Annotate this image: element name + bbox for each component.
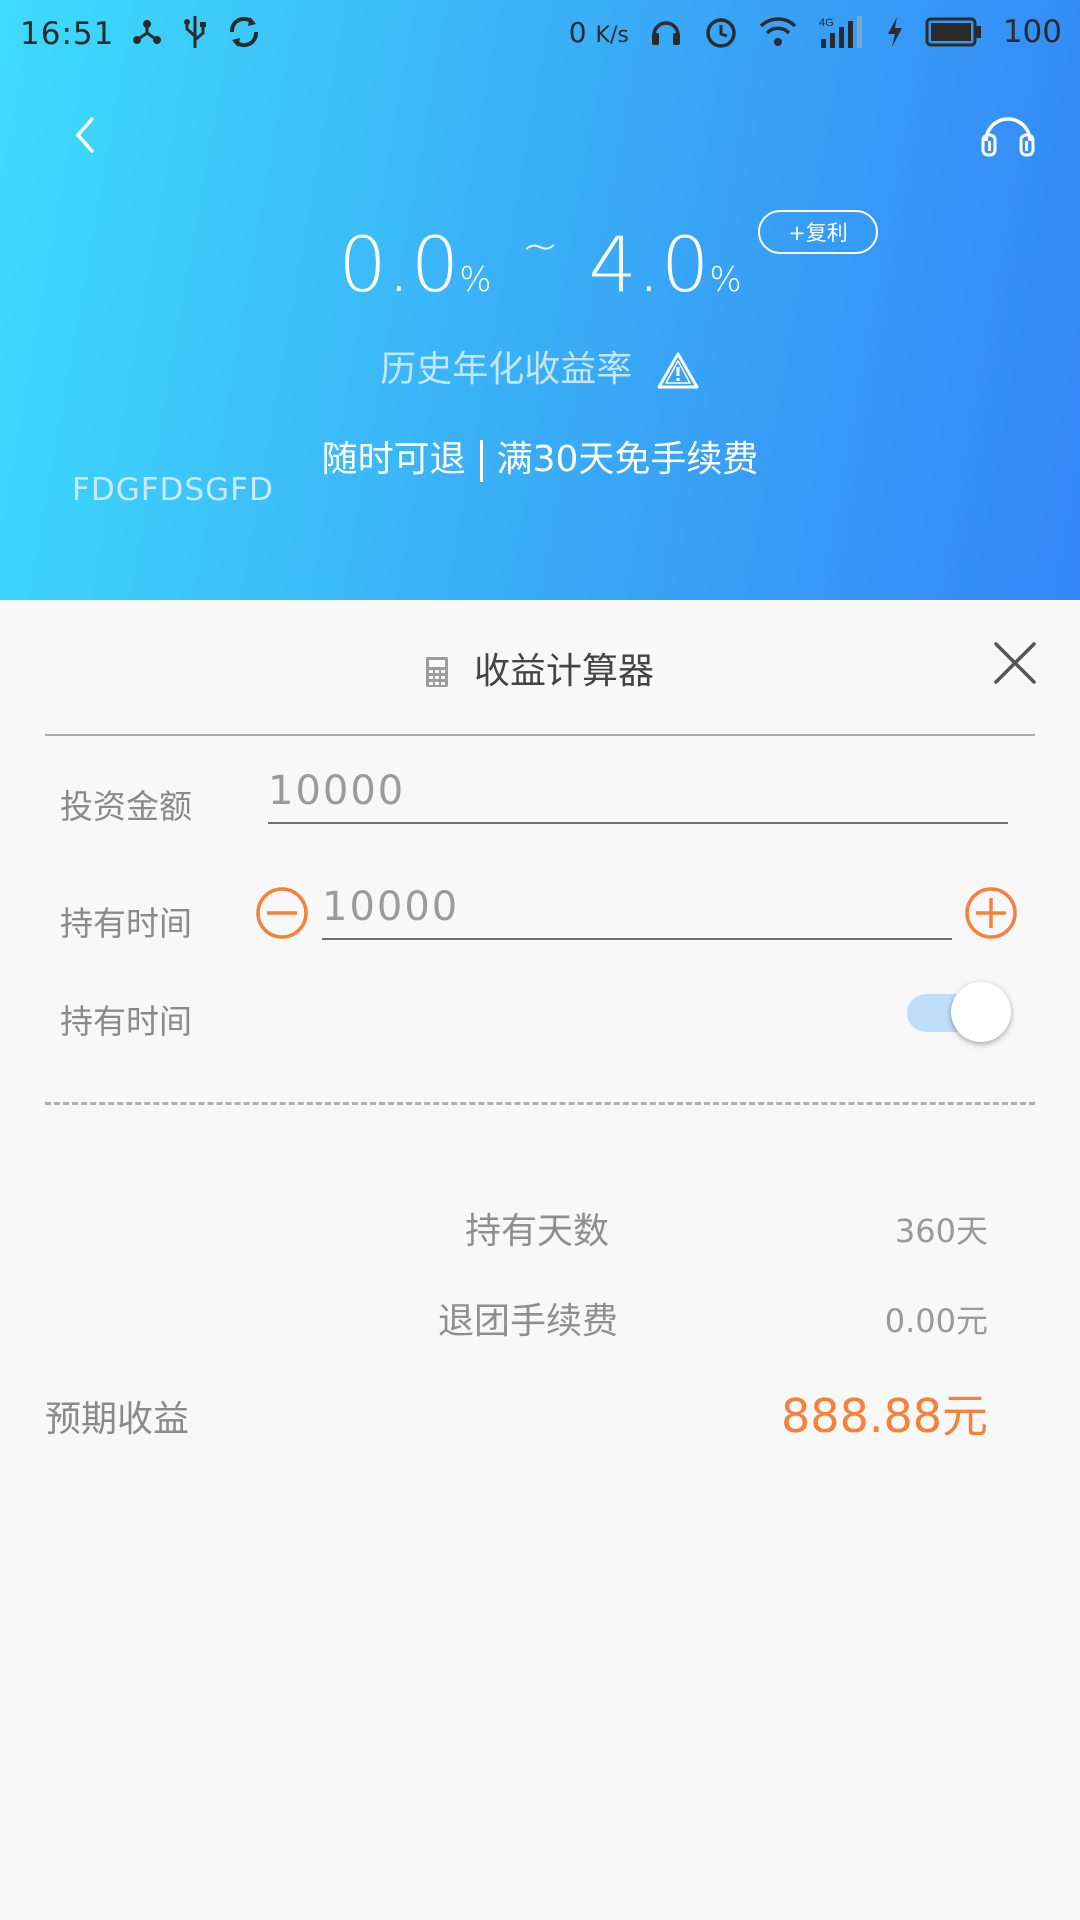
redeem-fee-label: 退团手续费	[438, 1301, 619, 1342]
rate-caption-text: 历史年化收益率	[380, 349, 633, 390]
status-right: 0 K/s 4G 100	[569, 14, 1062, 50]
close-button[interactable]	[992, 640, 1038, 686]
net-speed: 0 K/s	[568, 15, 629, 49]
increase-button[interactable]	[964, 886, 1018, 940]
minus-circle-icon	[256, 887, 308, 939]
calculator-title: 收益计算器	[0, 642, 1080, 694]
calculator-panel: 收益计算器 投资金额 10000 持有时间 10000 持有时间 持有天数 36…	[0, 600, 1080, 1920]
rate-tilde: ~	[521, 221, 559, 272]
expected-return-label: 预期收益	[45, 1399, 190, 1440]
feature-withdraw: 随时可退	[321, 439, 466, 480]
headphones-icon	[981, 117, 1035, 157]
sync-icon	[229, 16, 259, 48]
calculator-icon	[425, 657, 448, 687]
back-button[interactable]	[62, 105, 110, 165]
dashed-divider	[45, 1102, 1035, 1105]
warning-icon[interactable]	[656, 351, 700, 391]
expected-return-value: 888.88元	[781, 1389, 988, 1443]
wifi-icon	[759, 17, 797, 46]
calculator-title-text: 收益计算器	[473, 651, 654, 692]
hold-time-label: 持有时间	[60, 904, 192, 943]
compound-interest-badge[interactable]: +复利	[758, 210, 878, 254]
rate-range: 0.0% ~ 4.0%	[0, 220, 1080, 309]
rate-min: 0.0	[338, 220, 460, 309]
usb-icon	[184, 16, 206, 48]
toggle-knob	[951, 982, 1011, 1042]
close-icon	[994, 642, 1036, 684]
alarm-icon	[706, 18, 736, 48]
app-screen: 16:51 0 K/s 4G 100 0.0%~ 4.0% +复利 历史年化收益…	[0, 0, 1080, 1920]
decrease-button[interactable]	[255, 886, 309, 940]
title-divider	[45, 734, 1035, 736]
hold-days-label: 持有天数	[465, 1211, 610, 1252]
redeem-fee-value: 0.00元	[884, 1302, 988, 1340]
rate-caption: 历史年化收益率	[0, 340, 1080, 392]
status-bar: 16:51 0 K/s 4G 100	[0, 0, 1080, 70]
feature-fee-free: 满30天免手续费	[496, 439, 759, 480]
toggle-row-label: 持有时间	[60, 1002, 192, 1041]
invest-amount-input[interactable]: 10000	[268, 768, 1008, 824]
status-left-icons	[130, 14, 262, 50]
feature-divider	[479, 440, 483, 482]
fund-code: FDGFDSGFD	[72, 472, 274, 508]
product-header: 16:51 0 K/s 4G 100 0.0%~ 4.0% +复利 历史年化收益…	[0, 0, 1080, 600]
hold-days-value: 360天	[894, 1212, 988, 1250]
rate-max: 4.0	[588, 220, 710, 309]
chevron-left-icon	[75, 117, 94, 153]
svg-text:4G: 4G	[819, 17, 834, 29]
share-hub-icon	[133, 20, 161, 44]
compound-toggle[interactable]	[907, 980, 1011, 1044]
signal-icon: 4G	[819, 16, 862, 48]
charging-icon	[887, 17, 902, 47]
invest-amount-label: 投资金额	[60, 787, 192, 826]
rate-min-percent: %	[459, 260, 492, 300]
customer-service-button[interactable]	[978, 105, 1038, 161]
hold-time-input[interactable]: 10000	[322, 884, 952, 940]
battery-icon	[925, 17, 981, 47]
plus-circle-icon	[965, 887, 1017, 939]
rate-max-percent: %	[709, 260, 742, 300]
headset-icon	[651, 21, 680, 45]
battery-level: 100	[1002, 14, 1062, 50]
status-time: 16:51	[20, 16, 115, 52]
